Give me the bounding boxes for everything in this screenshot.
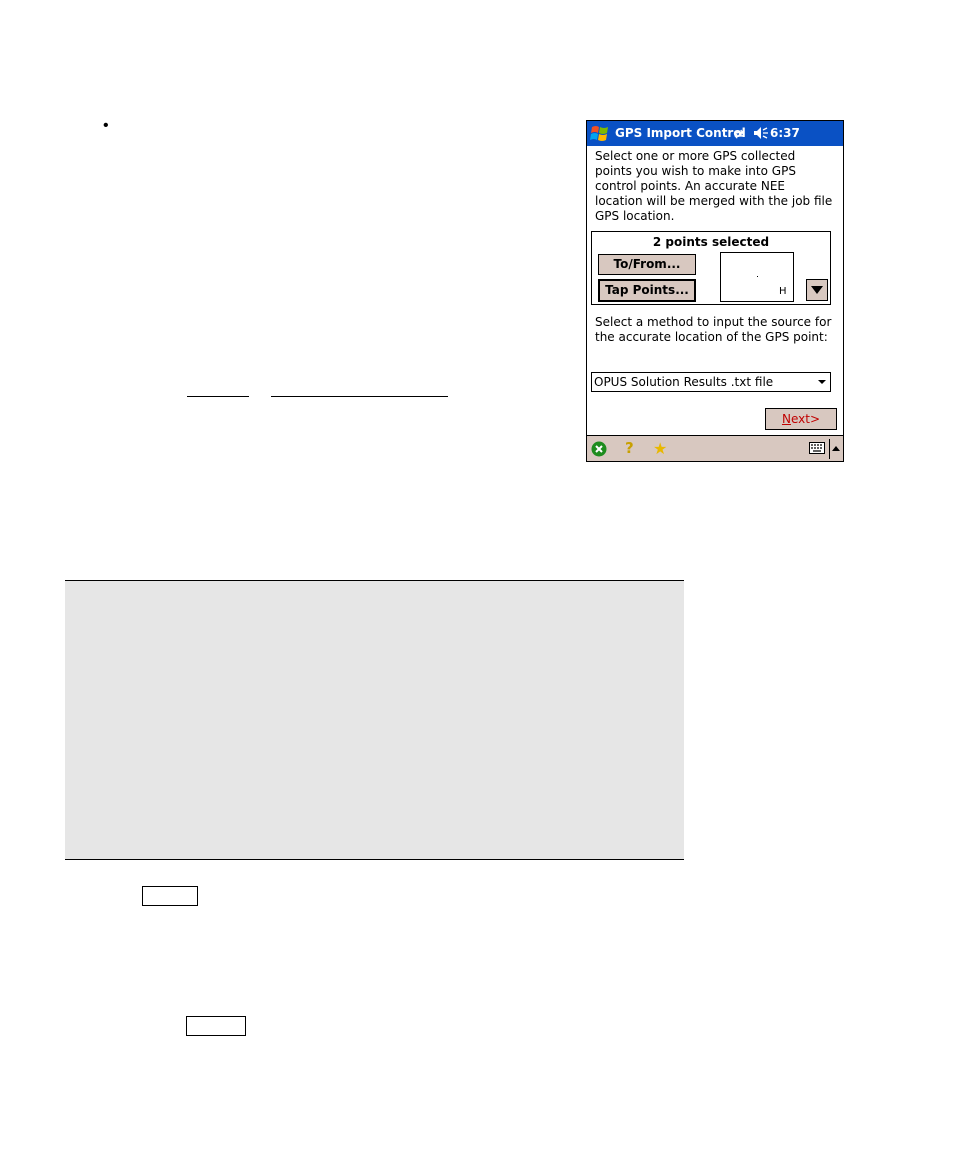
key-box-1	[142, 886, 198, 906]
dropdown-arrow-button[interactable]	[806, 279, 828, 301]
underline-short	[187, 396, 249, 397]
preview-label: H	[779, 286, 787, 297]
points-preview: H	[720, 252, 794, 302]
intro-text: Select one or more GPS collected points …	[595, 149, 833, 223]
speaker-icon[interactable]	[753, 126, 769, 140]
sync-icon[interactable]: ⇄	[734, 127, 744, 141]
next-button-mnemonic: N	[781, 412, 791, 426]
chevron-down-icon	[811, 286, 823, 294]
next-button-label: ext>	[790, 412, 821, 426]
pda-screenshot: GPS Import Control ⇄ 6:37 Select one or …	[586, 120, 844, 462]
sip-arrow-icon[interactable]	[829, 439, 842, 459]
menu-bar: ? ★	[587, 435, 843, 461]
windows-start-icon[interactable]	[590, 124, 610, 143]
selection-group: 2 points selected To/From... Tap Points.…	[591, 231, 831, 305]
clock[interactable]: 6:37	[770, 126, 800, 140]
note-box	[65, 580, 684, 860]
method-prompt: Select a method to input the source for …	[595, 315, 832, 344]
help-icon[interactable]: ?	[625, 439, 634, 457]
next-button[interactable]: Next>	[765, 408, 837, 430]
method-select[interactable]: OPUS Solution Results .txt file	[591, 372, 831, 392]
underline-long	[271, 396, 448, 397]
title-bar: GPS Import Control ⇄ 6:37	[587, 121, 843, 146]
chevron-down-icon	[818, 380, 826, 384]
close-icon[interactable]	[591, 441, 607, 457]
keyboard-icon[interactable]	[809, 442, 825, 454]
favorites-icon[interactable]: ★	[653, 439, 667, 458]
method-select-value: OPUS Solution Results .txt file	[594, 375, 774, 389]
preview-point	[757, 276, 758, 277]
points-selected-label: 2 points selected	[652, 235, 770, 249]
key-box-2	[186, 1016, 246, 1036]
bullet-marker: •	[103, 117, 109, 134]
window-title: GPS Import Control	[615, 126, 746, 140]
tap-points-button[interactable]: Tap Points...	[598, 279, 696, 302]
to-from-button[interactable]: To/From...	[598, 254, 696, 275]
